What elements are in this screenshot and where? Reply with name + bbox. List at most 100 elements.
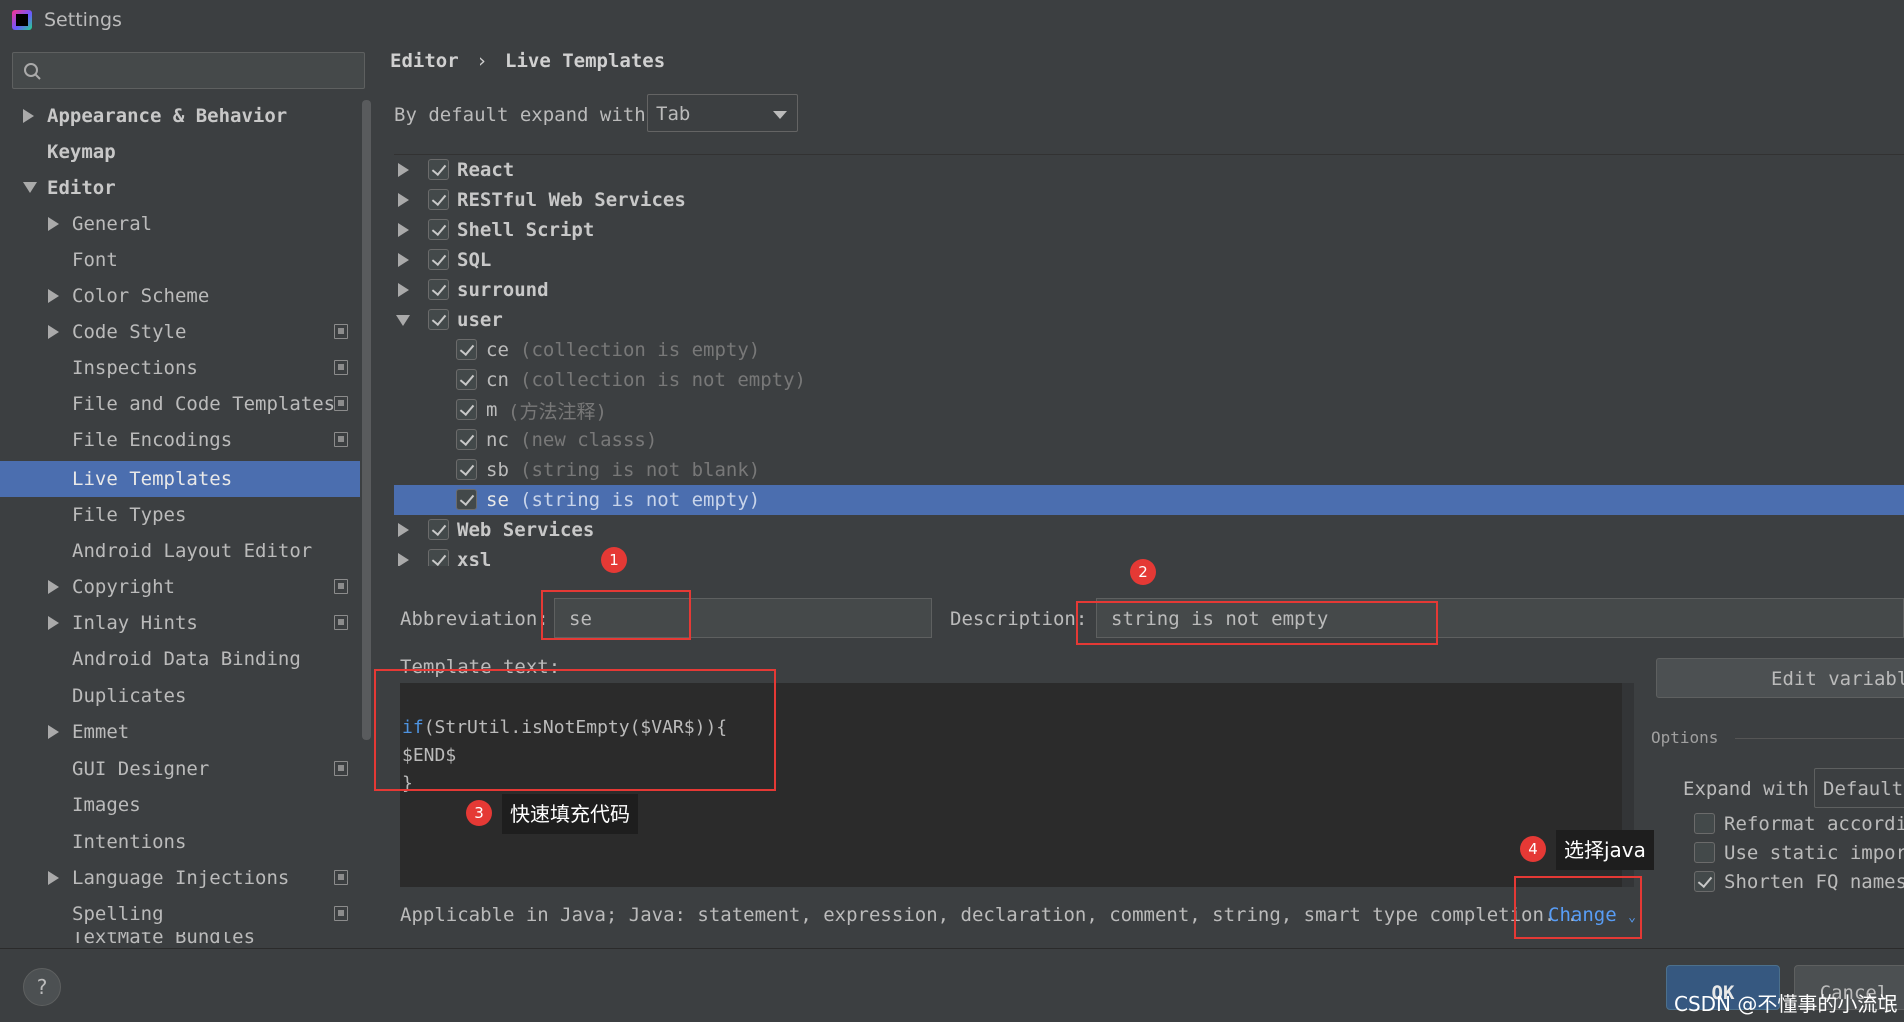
- sidebar-item-android-data-binding[interactable]: Android Data Binding: [0, 641, 360, 677]
- chevron-right-icon[interactable]: [398, 283, 409, 297]
- shorten-label-clip: Shorten FQ names: [1724, 871, 1904, 893]
- templates-tree: React RESTful Web Services Shell Script …: [394, 154, 1904, 566]
- expand-with-label: Expand with: [1683, 778, 1809, 800]
- settings-search-input[interactable]: [12, 52, 365, 89]
- annotation-tip-3: 快速填充代码: [502, 794, 638, 834]
- sidebar-item-file-types[interactable]: File Types: [0, 497, 360, 533]
- chevron-right-icon[interactable]: [398, 523, 409, 537]
- template-row-ce[interactable]: ce (collection is empty): [394, 335, 1904, 365]
- default-expand-select[interactable]: Tab: [647, 94, 798, 132]
- project-scope-icon: [334, 324, 348, 339]
- chevron-right-icon[interactable]: [48, 217, 59, 231]
- group-checkbox[interactable]: [428, 519, 449, 540]
- group-checkbox[interactable]: [428, 249, 449, 270]
- template-checkbox[interactable]: [456, 429, 477, 450]
- template-row-cn[interactable]: cn (collection is not empty): [394, 365, 1904, 395]
- sidebar-item-gui-designer[interactable]: GUI Designer: [0, 751, 360, 787]
- tree-group-react[interactable]: React: [394, 155, 1904, 185]
- template-row-m[interactable]: m (方法注释): [394, 395, 1904, 425]
- sidebar-item-emmet[interactable]: Emmet: [0, 714, 360, 750]
- use-static-import-checkbox[interactable]: [1694, 842, 1715, 863]
- project-scope-icon: [334, 761, 348, 776]
- sidebar-item-intentions[interactable]: Intentions: [0, 824, 360, 860]
- template-checkbox[interactable]: [456, 459, 477, 480]
- chevron-right-icon[interactable]: [48, 871, 59, 885]
- sidebar-item-inlay-hints[interactable]: Inlay Hints: [0, 605, 360, 641]
- sidebar-item-duplicates[interactable]: Duplicates: [0, 678, 360, 714]
- options-section-title: Options: [1651, 728, 1719, 747]
- sidebar-item-copyright[interactable]: Copyright: [0, 569, 360, 605]
- group-checkbox[interactable]: [428, 189, 449, 210]
- project-scope-icon: [334, 396, 348, 411]
- sidebar-item-live-templates[interactable]: Live Templates: [0, 461, 360, 497]
- group-checkbox[interactable]: [428, 219, 449, 240]
- tree-group-surround[interactable]: surround: [394, 275, 1904, 305]
- window-title: Settings: [44, 9, 122, 31]
- sidebar-scrollbar[interactable]: [362, 100, 371, 740]
- template-checkbox[interactable]: [456, 489, 477, 510]
- template-row-sb[interactable]: sb (string is not blank): [394, 455, 1904, 485]
- chevron-right-icon[interactable]: [398, 163, 409, 177]
- tree-group-web-services[interactable]: Web Services: [394, 515, 1904, 545]
- chevron-right-icon[interactable]: [48, 580, 59, 594]
- chevron-right-icon[interactable]: [398, 193, 409, 207]
- tree-group-restful[interactable]: RESTful Web Services: [394, 185, 1904, 215]
- options-divider: [1735, 738, 1904, 739]
- template-checkbox[interactable]: [456, 339, 477, 360]
- sidebar-item-code-style[interactable]: Code Style: [0, 314, 360, 350]
- sidebar-item-keymap[interactable]: Keymap: [0, 134, 360, 170]
- shorten-fq-names-checkbox[interactable]: [1694, 871, 1715, 892]
- description-label: Description:: [950, 608, 1088, 630]
- tree-group-user[interactable]: user: [394, 305, 1904, 335]
- chevron-right-icon[interactable]: [23, 109, 34, 123]
- sidebar-item-editor[interactable]: Editor: [0, 170, 360, 206]
- sidebar-item-language-injections[interactable]: Language Injections: [0, 860, 360, 896]
- group-checkbox[interactable]: [428, 309, 449, 330]
- breadcrumb: Editor › Live Templates: [390, 50, 666, 72]
- template-checkbox[interactable]: [456, 369, 477, 390]
- chevron-right-icon[interactable]: [398, 553, 409, 566]
- sidebar-item-color-scheme[interactable]: Color Scheme: [0, 278, 360, 314]
- project-scope-icon: [334, 432, 348, 447]
- sidebar-item-file-code-templates[interactable]: File and Code Templates: [0, 386, 360, 422]
- tree-group-shell-script[interactable]: Shell Script: [394, 215, 1904, 245]
- sidebar-item-appearance-behavior[interactable]: Appearance & Behavior: [0, 98, 360, 134]
- group-checkbox[interactable]: [428, 159, 449, 180]
- intellij-app-icon: [12, 10, 32, 30]
- tree-group-sql[interactable]: SQL: [394, 245, 1904, 275]
- sidebar-item-images[interactable]: Images: [0, 787, 360, 823]
- sidebar-item-android-layout-editor[interactable]: Android Layout Editor: [0, 533, 360, 569]
- template-checkbox[interactable]: [456, 399, 477, 420]
- annotation-box-template-text: [374, 669, 776, 791]
- sidebar-item-file-encodings[interactable]: File Encodings: [0, 422, 360, 458]
- annotation-box-abbreviation: [541, 590, 691, 640]
- chevron-down-icon[interactable]: [396, 315, 410, 326]
- chevron-right-icon[interactable]: [48, 725, 59, 739]
- project-scope-icon: [334, 579, 348, 594]
- chevron-down-icon[interactable]: [23, 182, 37, 193]
- template-row-se[interactable]: se (string is not empty): [394, 485, 1904, 515]
- title-bar: Settings: [0, 0, 1904, 40]
- expand-with-select[interactable]: Default: [1814, 768, 1904, 808]
- reformat-checkbox[interactable]: [1694, 813, 1715, 834]
- reformat-label-clip: Reformat according to style: [1724, 813, 1904, 835]
- project-scope-icon: [334, 615, 348, 630]
- help-button[interactable]: ?: [23, 968, 61, 1006]
- chevron-right-icon[interactable]: [48, 289, 59, 303]
- sidebar-item-font[interactable]: Font: [0, 242, 360, 278]
- edit-variables-button[interactable]: Edit variables: [1656, 658, 1904, 698]
- template-row-nc[interactable]: nc (new classs): [394, 425, 1904, 455]
- sidebar-item-general[interactable]: General: [0, 206, 360, 242]
- chevron-right-icon[interactable]: [48, 325, 59, 339]
- group-checkbox[interactable]: [428, 279, 449, 300]
- chevron-right-icon[interactable]: [48, 616, 59, 630]
- sidebar-item-textmate-bundles[interactable]: TextMate Bundles: [0, 932, 360, 946]
- applicable-contexts-text: Applicable in Java; Java: statement, exp…: [400, 904, 1579, 926]
- group-checkbox[interactable]: [428, 549, 449, 566]
- chevron-right-icon[interactable]: [398, 223, 409, 237]
- sidebar-item-spelling[interactable]: Spelling: [0, 896, 360, 932]
- sidebar-item-inspections[interactable]: Inspections: [0, 350, 360, 386]
- project-scope-icon: [334, 906, 348, 921]
- chevron-right-icon[interactable]: [398, 253, 409, 267]
- annotation-badge-2: 2: [1130, 559, 1156, 585]
